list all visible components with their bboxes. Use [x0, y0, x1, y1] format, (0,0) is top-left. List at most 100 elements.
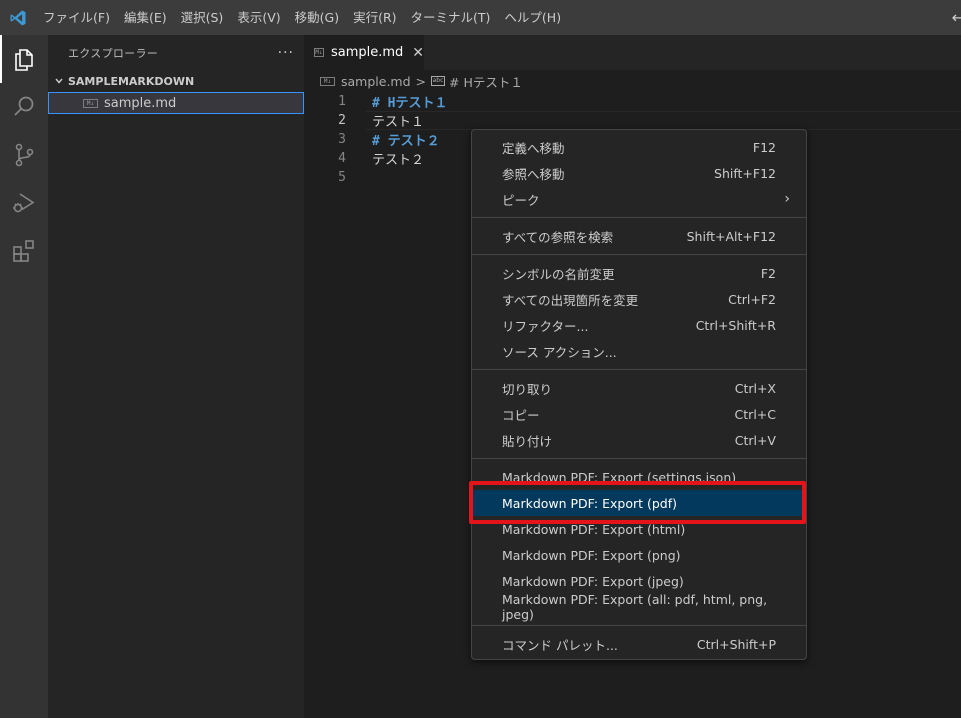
line-number: 1: [338, 94, 346, 109]
source-control-icon[interactable]: [0, 131, 48, 179]
context-menu: 定義へ移動 F12 参照へ移動 Shift+F12 ピーク › すべての参照を検索 Shift…: [471, 129, 807, 660]
context-menu-item[interactable]: Markdown PDF: Export (settings.json): [472, 464, 806, 490]
run-debug-icon[interactable]: [0, 179, 48, 227]
context-menu-item-label: 定義へ移動: [502, 140, 565, 156]
menu-separator: [472, 453, 806, 464]
context-menu-item-label: シンボルの名前変更: [502, 266, 615, 282]
keyboard-shortcut: Ctrl+V: [734, 432, 776, 448]
context-menu-item[interactable]: Markdown PDF: Export (pdf): [472, 490, 806, 516]
context-menu-item-label: すべての出現箇所を変更: [502, 292, 639, 308]
menu-separator: [472, 249, 806, 260]
context-menu-item[interactable]: シンボルの名前変更 F2: [472, 260, 806, 286]
file-tree-item-label: sample.md: [104, 95, 177, 111]
keyboard-shortcut: Shift+F12: [714, 165, 776, 181]
keyboard-shortcut: Shift+Alt+F12: [686, 228, 776, 244]
chevron-right-icon: ›: [784, 191, 790, 207]
keyboard-shortcut: Ctrl+Shift+R: [695, 317, 776, 333]
context-menu-item[interactable]: Markdown PDF: Export (all: pdf, html, pn…: [472, 592, 806, 622]
context-menu-item-label: Markdown PDF: Export (settings.json): [502, 469, 737, 485]
context-menu-item[interactable]: コマンド パレット... Ctrl+Shift+P: [472, 631, 806, 657]
keyboard-shortcut: Ctrl+X: [734, 380, 776, 396]
menu-item[interactable]: ターミナル(T): [404, 0, 498, 35]
tab-label: sample.md: [330, 45, 404, 60]
explorer-sidebar: エクスプローラー ··· SAMPLEMARKDOWN M↓ sample.md: [48, 35, 304, 718]
keyboard-shortcut: F12: [752, 139, 776, 155]
context-menu-item-label: Markdown PDF: Export (all: pdf, html, pn…: [502, 592, 768, 622]
menu-separator: [472, 620, 806, 631]
file-tree-item[interactable]: M↓ sample.md: [48, 92, 304, 114]
markdown-file-icon: M↓: [320, 76, 335, 86]
context-menu-item-label: ソース アクション...: [502, 344, 617, 360]
symbol-string-icon: abc: [431, 76, 446, 86]
breadcrumb-separator: >: [415, 73, 427, 89]
context-menu-item-label: コマンド パレット...: [502, 637, 618, 653]
line-number: 5: [338, 170, 346, 185]
more-actions-icon[interactable]: ···: [278, 45, 294, 61]
keyboard-shortcut: F2: [760, 265, 776, 281]
code-line: 1 # Hテスト１: [304, 92, 961, 111]
code-line: 2 テスト１: [304, 111, 961, 130]
context-menu-item-label: Markdown PDF: Export (png): [502, 547, 681, 563]
context-menu-item-label: Markdown PDF: Export (jpeg): [502, 573, 684, 589]
line-number: 3: [338, 132, 346, 147]
context-menu-item[interactable]: Markdown PDF: Export (png): [472, 542, 806, 568]
context-menu-item-label: 切り取り: [502, 381, 553, 397]
keyboard-shortcut: Ctrl+Shift+P: [696, 636, 776, 652]
context-menu-item-label: Markdown PDF: Export (html): [502, 521, 686, 537]
editor-tabs: M↓ sample.md ✕: [304, 35, 961, 70]
context-menu-item[interactable]: リファクター... Ctrl+Shift+R: [472, 312, 806, 338]
menu-item[interactable]: 編集(E): [117, 0, 174, 35]
context-menu-item[interactable]: ソース アクション...: [472, 338, 806, 364]
explorer-icon[interactable]: [0, 35, 48, 83]
code-line-text: # Hテスト１: [372, 96, 448, 111]
title-bar: ファイル(F) 編集(E) 選択(S) 表示(V) 移動(G) 実行(R) ターミナル(T)…: [0, 0, 961, 35]
back-arrow-icon[interactable]: ←: [952, 0, 961, 35]
menu-item[interactable]: 移動(G): [288, 0, 346, 35]
close-icon[interactable]: ✕: [412, 45, 424, 61]
context-menu-item-label: すべての参照を検索: [502, 229, 614, 245]
workspace-folder-label: SAMPLEMARKDOWN: [68, 74, 195, 88]
vscode-logo-icon: [0, 0, 36, 35]
context-menu-item[interactable]: コピー Ctrl+C: [472, 401, 806, 427]
editor-tab[interactable]: M↓ sample.md ✕: [304, 35, 424, 70]
line-number: 4: [338, 151, 346, 166]
keyboard-shortcut: Ctrl+F2: [728, 291, 776, 307]
context-menu-item-label: コピー: [502, 407, 540, 423]
context-menu-item[interactable]: すべての出現箇所を変更 Ctrl+F2: [472, 286, 806, 312]
chevron-down-icon: [52, 76, 66, 86]
code-line-text: テスト２: [372, 153, 425, 168]
context-menu-item[interactable]: Markdown PDF: Export (jpeg): [472, 568, 806, 594]
sidebar-title: エクスプローラー: [68, 46, 159, 60]
menu-item[interactable]: 選択(S): [174, 0, 231, 35]
menu-item[interactable]: ヘルプ(H): [497, 0, 568, 35]
keyboard-shortcut: Ctrl+C: [734, 406, 776, 422]
context-menu-item-label: リファクター...: [502, 318, 589, 334]
menu-bar: ファイル(F) 編集(E) 選択(S) 表示(V) 移動(G) 実行(R) ターミナル(T)…: [36, 0, 568, 35]
breadcrumb-symbol[interactable]: # Hテスト１: [449, 72, 523, 91]
menu-item[interactable]: ファイル(F): [36, 0, 117, 35]
context-menu-item-label: 参照へ移動: [502, 166, 565, 182]
context-menu-item[interactable]: 貼り付け Ctrl+V: [472, 427, 806, 453]
context-menu-item-label: 貼り付け: [502, 433, 553, 449]
menu-item[interactable]: 実行(R): [346, 0, 403, 35]
search-icon[interactable]: [0, 83, 48, 131]
context-menu-item-label: Markdown PDF: Export (pdf): [502, 495, 678, 511]
context-menu-item[interactable]: すべての参照を検索 Shift+Alt+F12: [472, 223, 806, 249]
menu-separator: [472, 212, 806, 223]
code-line-text: # テスト２: [372, 134, 440, 149]
breadcrumb-file[interactable]: sample.md: [341, 74, 411, 89]
code-line-text: テスト１: [372, 115, 425, 130]
line-number: 2: [338, 113, 346, 128]
markdown-file-icon: M↓: [314, 48, 324, 57]
workspace-folder-header[interactable]: SAMPLEMARKDOWN: [48, 70, 304, 92]
context-menu-item[interactable]: 切り取り Ctrl+X: [472, 375, 806, 401]
context-menu-item[interactable]: 定義へ移動 F12: [472, 134, 806, 160]
context-menu-item[interactable]: Markdown PDF: Export (html): [472, 516, 806, 542]
breadcrumb: M↓ sample.md > abc # Hテスト１: [304, 70, 961, 92]
extensions-icon[interactable]: [0, 227, 48, 275]
menu-item[interactable]: 表示(V): [230, 0, 287, 35]
context-menu-item[interactable]: ピーク ›: [472, 186, 806, 212]
context-menu-item[interactable]: 参照へ移動 Shift+F12: [472, 160, 806, 186]
markdown-file-icon: M↓: [83, 98, 98, 108]
context-menu-item-label: ピーク: [502, 192, 540, 208]
